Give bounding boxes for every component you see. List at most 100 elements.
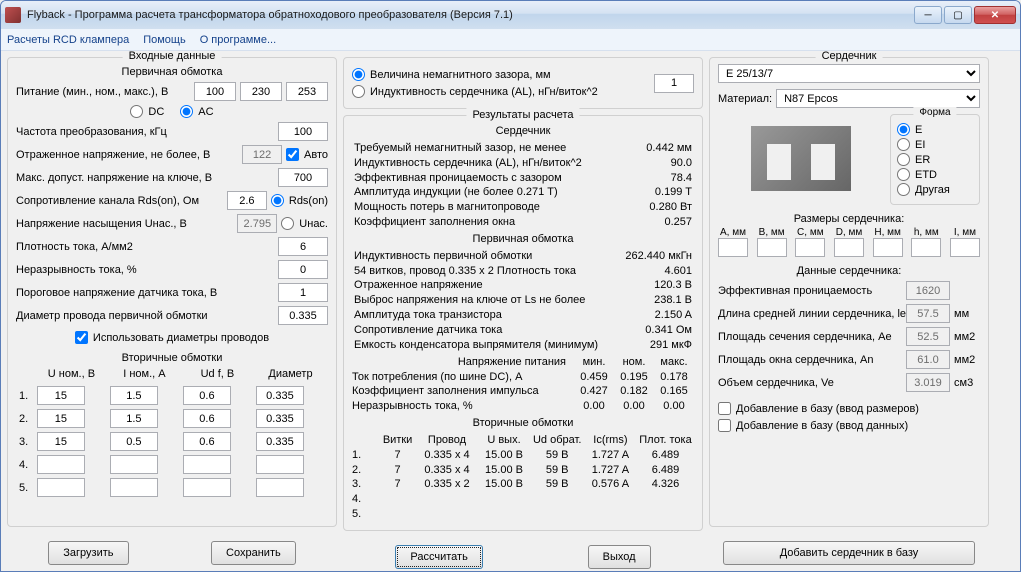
app-icon xyxy=(5,7,21,23)
shape-radio-ei[interactable]: EI xyxy=(897,138,973,151)
al-radio[interactable]: Индуктивность сердечника (AL), нГн/виток… xyxy=(352,85,598,98)
dim-input[interactable] xyxy=(911,238,941,257)
load-button[interactable]: Загрузить xyxy=(48,541,128,565)
menubar: Расчеты RCD клампера Помощь О программе.… xyxy=(1,29,1020,51)
primary-group-title: Первичная обмотка xyxy=(16,66,328,78)
sec1-i[interactable] xyxy=(110,386,158,405)
result-sec-row: 5. xyxy=(352,507,694,522)
le-input xyxy=(906,304,950,323)
sec1-u[interactable] xyxy=(37,386,85,405)
dim-input[interactable] xyxy=(718,238,748,257)
sec2-uf[interactable] xyxy=(183,409,231,428)
exit-button[interactable]: Выход xyxy=(588,545,651,569)
mu-input xyxy=(906,281,950,300)
rdson-radio[interactable]: Rds(on) xyxy=(271,194,328,207)
res-prim-sub: Первичная обмотка xyxy=(352,232,694,247)
res-core-sub: Сердечник xyxy=(352,124,694,139)
minimize-button[interactable]: ─ xyxy=(914,6,942,24)
menu-about[interactable]: О программе... xyxy=(200,34,276,46)
dc-radio[interactable]: DC xyxy=(130,105,164,118)
thres-input[interactable] xyxy=(278,283,328,302)
gap-input[interactable] xyxy=(654,74,694,93)
sec5-u[interactable] xyxy=(37,478,85,497)
ae-input xyxy=(906,327,950,346)
rdson-label: Сопротивление канала Rds(on), Ом xyxy=(16,195,223,207)
diam-input[interactable] xyxy=(278,306,328,325)
auto-checkbox[interactable]: Авто xyxy=(286,148,328,161)
ac-radio[interactable]: AC xyxy=(180,105,213,118)
result-sec-row: 3.70.335 x 215.00 В59 В0.576 A4.326 xyxy=(352,477,694,492)
material-select[interactable]: N87 Epcos xyxy=(776,89,980,108)
dims-title: Размеры сердечника: xyxy=(718,213,980,225)
sec1-uf[interactable] xyxy=(183,386,231,405)
sec2-i[interactable] xyxy=(110,409,158,428)
usat-radio[interactable]: Uнас. xyxy=(281,217,328,230)
gap-radio[interactable]: Величина немагнитного зазора, мм xyxy=(352,68,598,81)
dim-input[interactable] xyxy=(873,238,903,257)
freq-label: Частота преобразования, кГц xyxy=(16,126,274,138)
sec4-u[interactable] xyxy=(37,455,85,474)
result-sec-row: 2.70.335 x 415.00 В59 В1.727 A6.489 xyxy=(352,463,694,478)
jdens-label: Плотность тока, A/мм2 xyxy=(16,241,274,253)
dim-input[interactable] xyxy=(795,238,825,257)
sec5-i[interactable] xyxy=(110,478,158,497)
material-label: Материал: xyxy=(718,93,772,105)
result-sec-row: 1.70.335 x 415.00 В59 В1.727 A6.489 xyxy=(352,448,694,463)
sec3-u[interactable] xyxy=(37,432,85,451)
supply-nom-input[interactable] xyxy=(240,82,282,101)
shape-radio-etd[interactable]: ETD xyxy=(897,168,973,181)
sec2-u[interactable] xyxy=(37,409,85,428)
sec3-uf[interactable] xyxy=(183,432,231,451)
usewire-checkbox[interactable]: Использовать диаметры проводов xyxy=(75,331,269,344)
sec4-uf[interactable] xyxy=(183,455,231,474)
sec4-i[interactable] xyxy=(110,455,158,474)
results-title: Результаты расчета xyxy=(466,108,579,123)
titlebar: Flyback - Программа расчета трансформато… xyxy=(1,1,1020,29)
jdens-input[interactable] xyxy=(278,237,328,256)
maximize-button[interactable]: ▢ xyxy=(944,6,972,24)
add-dims-checkbox[interactable]: Добавление в базу (ввод размеров) xyxy=(718,402,980,415)
supply-max-input[interactable] xyxy=(286,82,328,101)
close-button[interactable]: ✕ xyxy=(974,6,1016,24)
sec4-d[interactable] xyxy=(256,455,304,474)
dim-input[interactable] xyxy=(757,238,787,257)
usat-label: Напряжение насыщения Uнас., В xyxy=(16,218,233,230)
freq-input[interactable] xyxy=(278,122,328,141)
shape-title: Форма xyxy=(913,107,956,118)
secondary-table: U ном., ВI ном., АUd f, ВДиаметр 1. 2. 3… xyxy=(16,366,328,500)
thres-label: Пороговое напряжение датчика тока, В xyxy=(16,287,274,299)
sec2-d[interactable] xyxy=(256,409,304,428)
add-core-button[interactable]: Добавить сердечник в базу xyxy=(723,541,975,565)
sec5-d[interactable] xyxy=(256,478,304,497)
shape-radio-e[interactable]: E xyxy=(897,123,973,136)
save-button[interactable]: Сохранить xyxy=(211,541,296,565)
sec5-uf[interactable] xyxy=(183,478,231,497)
disc-label: Неразрывность тока, % xyxy=(16,264,274,276)
dim-input[interactable] xyxy=(950,238,980,257)
window-title: Flyback - Программа расчета трансформато… xyxy=(27,9,914,21)
refl-label: Отраженное напряжение, не более, В xyxy=(16,149,238,161)
sec3-i[interactable] xyxy=(110,432,158,451)
data-title: Данные сердечника: xyxy=(718,265,980,277)
supply-label: Питание (мин., ном., макс.), В xyxy=(16,86,190,98)
add-data-checkbox[interactable]: Добавление в базу (ввод данных) xyxy=(718,419,980,432)
calc-button[interactable]: Рассчитать xyxy=(395,545,482,569)
disc-input[interactable] xyxy=(278,260,328,279)
ve-input xyxy=(906,373,950,392)
diam-label: Диаметр провода первичной обмотки xyxy=(16,310,274,322)
sec1-d[interactable] xyxy=(256,386,304,405)
core-select[interactable]: E 25/13/7 xyxy=(718,64,980,83)
result-sec-row: 4. xyxy=(352,492,694,507)
shape-radio-er[interactable]: ER xyxy=(897,153,973,166)
input-group-title: Входные данные xyxy=(123,51,222,62)
shape-radio-другая[interactable]: Другая xyxy=(897,183,973,196)
dim-input[interactable] xyxy=(834,238,864,257)
sec3-d[interactable] xyxy=(256,432,304,451)
refl-input xyxy=(242,145,282,164)
menu-rcd[interactable]: Расчеты RCD клампера xyxy=(7,34,129,46)
rdson-input[interactable] xyxy=(227,191,267,210)
menu-help[interactable]: Помощь xyxy=(143,34,186,46)
an-input xyxy=(906,350,950,369)
maxsw-input[interactable] xyxy=(278,168,328,187)
supply-min-input[interactable] xyxy=(194,82,236,101)
